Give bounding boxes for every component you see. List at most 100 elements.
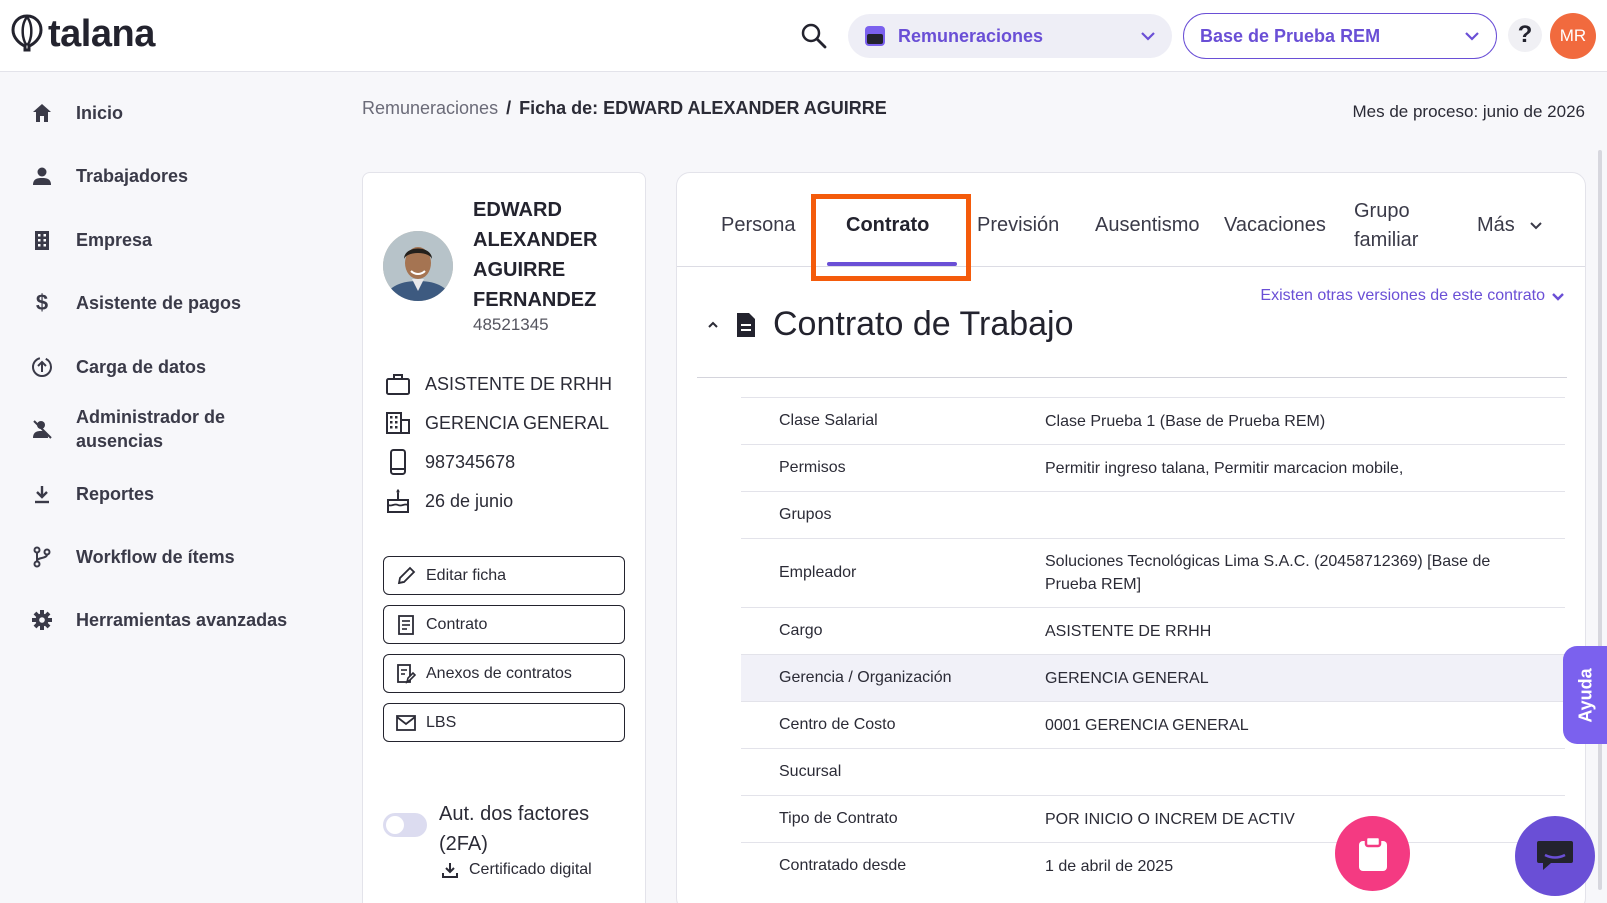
- info-department: GERENCIA GENERAL: [385, 410, 609, 436]
- clipboard-button[interactable]: [1335, 816, 1410, 891]
- position-text: ASISTENTE DE RRHH: [425, 373, 613, 394]
- tab-grupo-familiar[interactable]: Grupo familiar: [1354, 197, 1444, 255]
- employee-id: 48521345: [473, 315, 549, 334]
- phone-text: 987345678: [425, 451, 516, 472]
- upload-icon: [30, 355, 54, 379]
- pencil-icon: [397, 566, 416, 584]
- versions-link-label: Existen otras versiones de este contrato: [1260, 287, 1545, 304]
- sidebar-item-label: Herramientas avanzadas: [76, 610, 288, 630]
- tab-ausentismo[interactable]: Ausentismo: [1095, 211, 1200, 240]
- contract-annexes-button[interactable]: Anexos de contratos: [383, 654, 625, 693]
- lbs-button[interactable]: LBS: [383, 703, 625, 742]
- top-bar: talana Remuneraciones Base de Prueba REM…: [0, 0, 1607, 72]
- sidebar-item-workflow[interactable]: Workflow de ítems: [30, 545, 235, 569]
- tab-mas-label: Más: [1477, 214, 1515, 236]
- section-title: Contrato de Trabajo: [773, 305, 1074, 343]
- row-value: GERENCIA GENERAL: [1045, 669, 1209, 687]
- clipboard-icon: [1358, 835, 1387, 871]
- balloon-icon: [11, 14, 43, 52]
- sidebar-item-herramientas[interactable]: Herramientas avanzadas: [30, 608, 287, 632]
- phone-icon: [385, 449, 411, 475]
- table-row: Grupos: [741, 491, 1565, 538]
- scrollbar[interactable]: [1598, 150, 1602, 890]
- chevron-down-icon: [1552, 292, 1564, 301]
- sidebar-item-asistente-pagos[interactable]: $ Asistente de pagos: [30, 290, 241, 315]
- table-row: Tipo de Contrato POR INICIO O INCREM DE …: [741, 795, 1565, 842]
- chevron-down-icon: [1141, 32, 1155, 41]
- building-icon: [30, 228, 54, 252]
- table-row: Cargo ASISTENTE DE RRHH: [741, 607, 1565, 654]
- download-icon: [442, 863, 458, 878]
- row-label: Contratado desde: [779, 857, 907, 874]
- other-versions-link[interactable]: Existen otras versiones de este contrato: [1260, 287, 1565, 305]
- row-label: Grupos: [779, 506, 832, 523]
- company-selector[interactable]: Base de Prueba REM: [1183, 13, 1497, 59]
- talana-logo[interactable]: talana: [10, 14, 155, 54]
- twofa-toggle[interactable]: [383, 813, 427, 837]
- sidebar-item-label: Reportes: [76, 484, 155, 504]
- tab-vacaciones[interactable]: Vacaciones: [1224, 211, 1326, 240]
- table-row: Sucursal: [741, 748, 1565, 795]
- sidebar-item-reportes[interactable]: Reportes: [30, 482, 154, 506]
- workflow-icon: [30, 545, 54, 569]
- table-row: Centro de Costo 0001 GERENCIA GENERAL: [741, 701, 1565, 748]
- breadcrumb-link[interactable]: Remuneraciones: [362, 98, 498, 119]
- ayuda-tab[interactable]: Ayuda: [1563, 646, 1607, 744]
- sidebar-item-trabajadores[interactable]: Trabajadores: [30, 164, 188, 188]
- info-phone: 987345678: [385, 449, 515, 475]
- mail-icon: [396, 714, 416, 731]
- edit-profile-button[interactable]: Editar ficha: [383, 556, 625, 595]
- home-icon: [30, 101, 54, 125]
- search-icon[interactable]: [800, 22, 828, 50]
- user-avatar[interactable]: MR: [1550, 13, 1596, 59]
- row-label: Empleador: [779, 564, 857, 581]
- table-row: Contratado desde 1 de abril de 2025: [741, 842, 1565, 889]
- sidebar-item-inicio[interactable]: Inicio: [30, 101, 123, 125]
- gear-icon: [30, 608, 54, 632]
- table-row: Gerencia / Organización GERENCIA GENERAL: [741, 654, 1565, 701]
- sidebar-item-label: Empresa: [76, 230, 153, 250]
- sidebar-item-label: Carga de datos: [76, 357, 207, 377]
- contract-panel: Persona Contrato Previsión Ausentismo Va…: [676, 172, 1586, 903]
- logo-text: talana: [48, 13, 155, 55]
- module-icon: [865, 26, 885, 46]
- employee-name: EDWARD ALEXANDER AGUIRRE FERNANDEZ: [473, 199, 598, 311]
- employee-photo: [383, 231, 453, 301]
- chevron-up-icon[interactable]: [707, 321, 719, 329]
- birthday-text: 26 de junio: [425, 490, 514, 511]
- department-text: GERENCIA GENERAL: [425, 412, 610, 433]
- info-birthday: 26 de junio: [385, 488, 513, 514]
- chat-button[interactable]: [1515, 816, 1595, 896]
- section-header: Contrato de Trabajo: [707, 305, 1074, 344]
- breadcrumb: Remuneraciones / Ficha de: EDWARD ALEXAN…: [362, 98, 887, 119]
- chat-icon: [1537, 841, 1573, 870]
- cert-label: Certificado digital: [469, 861, 592, 878]
- row-label: Clase Salarial: [779, 412, 878, 429]
- ayuda-label: Ayuda: [1575, 667, 1596, 723]
- dollar-icon: $: [35, 290, 49, 315]
- twofa-label: Aut. dos factores (2FA): [439, 803, 590, 855]
- person-icon: [30, 164, 54, 188]
- button-label: Editar ficha: [426, 566, 507, 584]
- sidebar-item-administrador-ausencias[interactable]: Administrador de ausencias: [30, 405, 236, 453]
- digital-certificate-link[interactable]: Certificado digital: [441, 861, 592, 879]
- sidebar-item-empresa[interactable]: Empresa: [30, 228, 152, 252]
- cake-icon: [385, 488, 411, 514]
- row-label: Sucursal: [779, 763, 842, 780]
- document-edit-icon: [397, 663, 416, 684]
- building-icon: [385, 410, 411, 436]
- contract-button[interactable]: Contrato: [383, 605, 625, 644]
- tab-persona[interactable]: Persona: [721, 211, 796, 240]
- row-label: Centro de Costo: [779, 716, 896, 733]
- sidebar-item-carga-datos[interactable]: Carga de datos: [30, 355, 206, 379]
- row-value: Clase Prueba 1 (Base de Prueba REM): [1045, 412, 1326, 430]
- breadcrumb-current: Ficha de: EDWARD ALEXANDER AGUIRRE: [519, 98, 887, 118]
- module-selector[interactable]: Remuneraciones: [848, 14, 1172, 58]
- process-month: Mes de proceso: junio de 2026: [1352, 102, 1586, 121]
- profile-card: EDWARD ALEXANDER AGUIRRE FERNANDEZ 48521…: [362, 172, 646, 903]
- tab-prevision[interactable]: Previsión: [977, 211, 1059, 240]
- chevron-down-icon: [1465, 32, 1479, 41]
- tab-mas[interactable]: Más: [1477, 211, 1543, 240]
- sidebar: Inicio Trabajadores Empresa $ Asistente …: [0, 72, 320, 903]
- help-button[interactable]: ?: [1508, 18, 1542, 52]
